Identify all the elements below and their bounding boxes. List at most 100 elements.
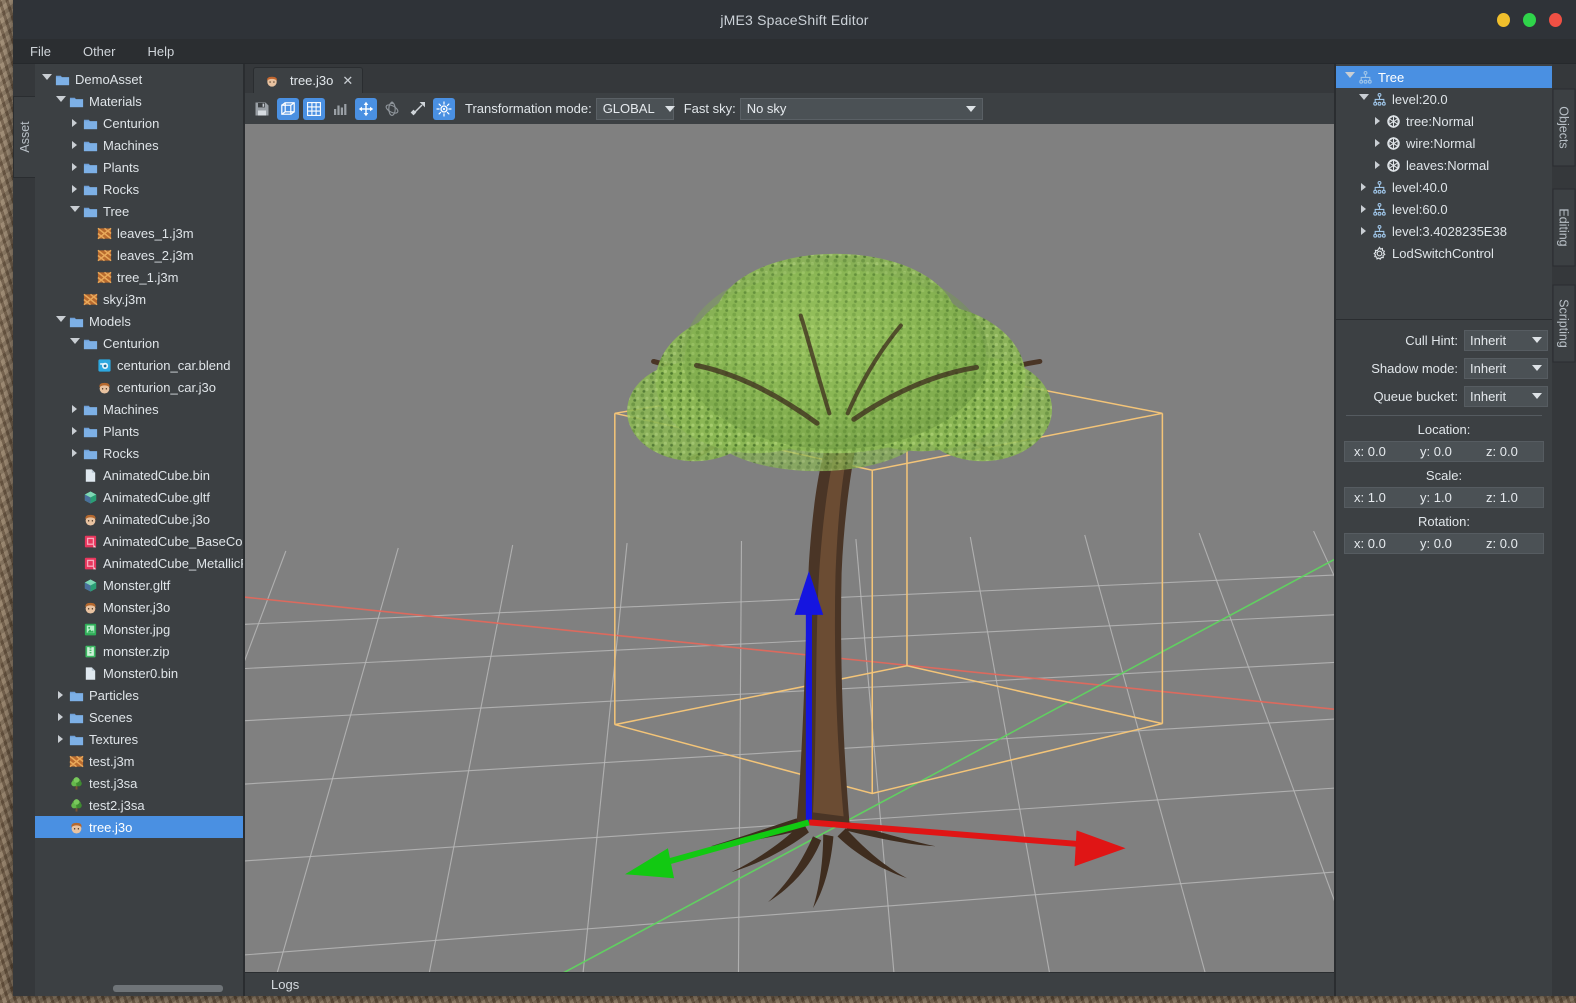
- asset-tree-item-row[interactable]: centurion_car.blend: [35, 354, 243, 376]
- location-x-field[interactable]: x: 0.0: [1345, 442, 1411, 461]
- asset-tree-item-row[interactable]: Centurion: [35, 332, 243, 354]
- chevron-right-icon[interactable]: [1370, 139, 1385, 147]
- 3d-viewport[interactable]: [245, 124, 1334, 972]
- scale-y-field[interactable]: y: 1.0: [1411, 488, 1477, 507]
- asset-tree-item-row[interactable]: DemoAsset: [35, 68, 243, 90]
- asset-tree-item-row[interactable]: sky.j3m: [35, 288, 243, 310]
- asset-tree-item-row[interactable]: centurion_car.j3o: [35, 376, 243, 398]
- chevron-down-icon[interactable]: [53, 316, 68, 326]
- chevron-down-icon[interactable]: [1356, 94, 1371, 104]
- show-grid-button[interactable]: [303, 97, 325, 120]
- object-tree-item-row[interactable]: level:60.0: [1336, 198, 1552, 220]
- asset-tree-item-row[interactable]: test2.j3sa: [35, 794, 243, 816]
- asset-tree-item-row[interactable]: Plants: [35, 420, 243, 442]
- asset-tree-item-row[interactable]: leaves_1.j3m: [35, 222, 243, 244]
- fast-sky-select[interactable]: No sky: [739, 97, 983, 120]
- chevron-right-icon[interactable]: [53, 691, 68, 699]
- menu-other[interactable]: Other: [80, 42, 119, 61]
- maximize-button[interactable]: [1523, 12, 1536, 27]
- asset-tree-item-row[interactable]: Particles: [35, 684, 243, 706]
- chevron-down-icon[interactable]: [67, 206, 82, 216]
- asset-tree-item-row[interactable]: AnimatedCube.bin: [35, 464, 243, 486]
- chevron-right-icon[interactable]: [67, 141, 82, 149]
- asset-tree[interactable]: DemoAsset Materials Centurion Machines Plant…: [35, 64, 243, 838]
- show-bounds-button[interactable]: [277, 97, 299, 120]
- asset-tree-item-row[interactable]: Rocks: [35, 442, 243, 464]
- asset-tree-item-row[interactable]: Monster.j3o: [35, 596, 243, 618]
- dock-tab-objects[interactable]: Objects: [1552, 88, 1576, 167]
- chevron-right-icon[interactable]: [67, 405, 82, 413]
- close-button[interactable]: [1549, 12, 1562, 27]
- object-tree[interactable]: Tree level:20.0 tree:Normal wire:Normal leav…: [1336, 64, 1552, 320]
- dock-tab-scripting[interactable]: Scripting: [1552, 284, 1576, 363]
- asset-tree-item-row[interactable]: Rocks: [35, 178, 243, 200]
- scale-tool-button[interactable]: [407, 98, 429, 120]
- rotation-z-field[interactable]: z: 0.0: [1477, 534, 1543, 553]
- menu-help[interactable]: Help: [144, 42, 177, 61]
- object-tree-item-row[interactable]: LodSwitchControl: [1336, 242, 1552, 264]
- chevron-right-icon[interactable]: [67, 449, 82, 457]
- object-tree-item-row[interactable]: level:3.4028235E38: [1336, 220, 1552, 242]
- asset-tree-item-row[interactable]: monster.zip: [35, 640, 243, 662]
- asset-tree-item-row[interactable]: test.j3sa: [35, 772, 243, 794]
- cull-hint-select[interactable]: Inherit: [1464, 329, 1548, 351]
- rotation-fields[interactable]: x: 0.0 y: 0.0 z: 0.0: [1344, 533, 1544, 554]
- rotation-y-field[interactable]: y: 0.0: [1411, 534, 1477, 553]
- asset-tree-hscrollbar[interactable]: [113, 985, 223, 992]
- asset-tree-item-row[interactable]: Models: [35, 310, 243, 332]
- chevron-right-icon[interactable]: [67, 427, 82, 435]
- asset-tree-item-row[interactable]: Monster0.bin: [35, 662, 243, 684]
- chevron-right-icon[interactable]: [53, 713, 68, 721]
- object-tree-item-row[interactable]: wire:Normal: [1336, 132, 1552, 154]
- light-toggle-button[interactable]: [433, 97, 455, 120]
- asset-tree-item-row[interactable]: Materials: [35, 90, 243, 112]
- dock-tab-asset[interactable]: Asset: [13, 96, 35, 178]
- location-fields[interactable]: x: 0.0 y: 0.0 z: 0.0: [1344, 441, 1544, 462]
- rotate-tool-button[interactable]: [381, 98, 403, 120]
- chevron-down-icon[interactable]: [1342, 72, 1357, 82]
- asset-tree-item-row[interactable]: AnimatedCube.j3o: [35, 508, 243, 530]
- chevron-right-icon[interactable]: [1370, 117, 1385, 125]
- logs-label[interactable]: Logs: [271, 977, 299, 992]
- close-icon[interactable]: ✕: [342, 73, 353, 89]
- location-y-field[interactable]: y: 0.0: [1411, 442, 1477, 461]
- location-z-field[interactable]: z: 0.0: [1477, 442, 1543, 461]
- asset-tree-item-row[interactable]: test.j3m: [35, 750, 243, 772]
- scale-x-field[interactable]: x: 1.0: [1345, 488, 1411, 507]
- rotation-x-field[interactable]: x: 0.0: [1345, 534, 1411, 553]
- move-tool-button[interactable]: [355, 97, 377, 120]
- object-tree-item-row[interactable]: level:20.0: [1336, 88, 1552, 110]
- minimize-button[interactable]: [1497, 12, 1510, 27]
- chevron-down-icon[interactable]: [39, 74, 54, 84]
- chevron-right-icon[interactable]: [1370, 161, 1385, 169]
- transformation-mode-select[interactable]: GLOBAL: [595, 97, 675, 120]
- object-tree-item-row[interactable]: Tree: [1336, 66, 1552, 88]
- object-tree-item-row[interactable]: level:40.0: [1336, 176, 1552, 198]
- asset-tree-item-row[interactable]: tree.j3o: [35, 816, 243, 838]
- chevron-right-icon[interactable]: [67, 163, 82, 171]
- object-tree-item-row[interactable]: tree:Normal: [1336, 110, 1552, 132]
- asset-tree-item-row[interactable]: Plants: [35, 156, 243, 178]
- asset-tree-item-row[interactable]: Machines: [35, 398, 243, 420]
- asset-tree-item-row[interactable]: Monster.gltf: [35, 574, 243, 596]
- asset-tree-item-row[interactable]: Machines: [35, 134, 243, 156]
- asset-tree-item-row[interactable]: Centurion: [35, 112, 243, 134]
- asset-tree-item-row[interactable]: Monster.jpg: [35, 618, 243, 640]
- asset-tree-item-row[interactable]: AnimatedCube.gltf: [35, 486, 243, 508]
- shadow-mode-select[interactable]: Inherit: [1464, 357, 1548, 379]
- dock-tab-editing[interactable]: Editing: [1552, 188, 1576, 267]
- queue-bucket-select[interactable]: Inherit: [1464, 385, 1548, 407]
- chevron-right-icon[interactable]: [1356, 183, 1371, 191]
- show-statistics-button[interactable]: [329, 98, 351, 120]
- chevron-right-icon[interactable]: [53, 735, 68, 743]
- asset-tree-item-row[interactable]: AnimatedCube_BaseColor: [35, 530, 243, 552]
- save-button[interactable]: [251, 98, 273, 120]
- editor-tab-tree-j3o[interactable]: tree.j3o ✕: [253, 67, 364, 93]
- chevron-right-icon[interactable]: [67, 119, 82, 127]
- chevron-right-icon[interactable]: [1356, 205, 1371, 213]
- chevron-down-icon[interactable]: [53, 96, 68, 106]
- asset-tree-item-row[interactable]: AnimatedCube_MetallicR: [35, 552, 243, 574]
- chevron-down-icon[interactable]: [67, 338, 82, 348]
- asset-tree-item-row[interactable]: leaves_2.j3m: [35, 244, 243, 266]
- chevron-right-icon[interactable]: [67, 185, 82, 193]
